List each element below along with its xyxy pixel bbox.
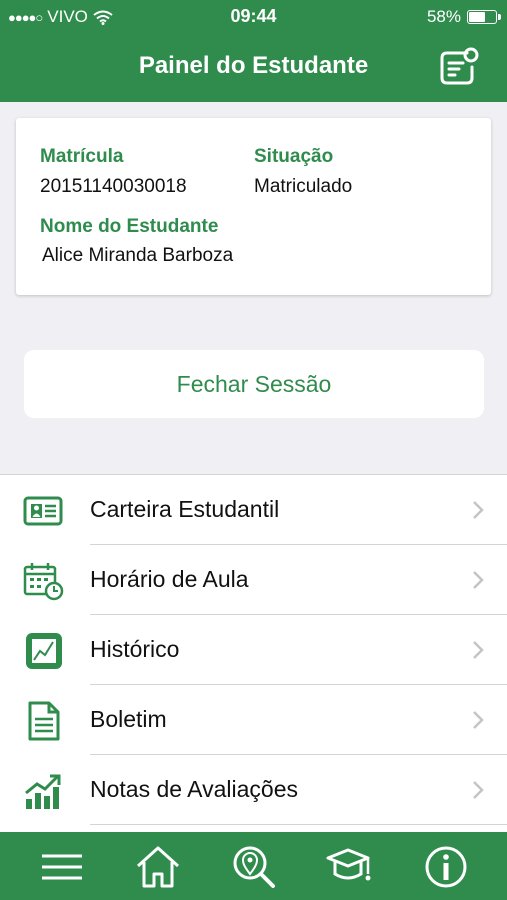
page-title: Painel do Estudante (138, 52, 369, 79)
chevron-right-icon (473, 641, 484, 659)
menu-item-label: Boletim (90, 706, 167, 732)
menu-icon[interactable] (38, 844, 86, 890)
battery-icon (467, 10, 501, 24)
status-bar: ●●●●○ VIVO 09:44 58% (0, 0, 507, 34)
chart-icon (26, 633, 62, 669)
menu-item-carteira[interactable]: Carteira Estudantil (0, 475, 507, 545)
separator (90, 824, 507, 825)
menu-item-label: Horário de Aula (90, 566, 249, 592)
situacao-value: Matriculado (254, 176, 353, 197)
menu-item-label: Carteira Estudantil (90, 496, 280, 522)
chevron-right-icon (473, 781, 484, 799)
location-search-icon[interactable] (230, 844, 278, 890)
menu-item-label: Histórico (90, 636, 180, 662)
id-card-icon (23, 496, 63, 526)
home-icon[interactable] (134, 844, 182, 890)
menu-list: Carteira Estudantil Horário de Aula Hist (0, 474, 507, 832)
matricula-value: 20151140030018 (40, 176, 187, 197)
menu-item-notas[interactable]: Notas de Avaliações (0, 755, 507, 825)
logout-icon[interactable] (437, 45, 481, 89)
menu-item-label: Notas de Avaliações (90, 776, 298, 802)
chevron-right-icon (473, 571, 484, 589)
chevron-right-icon (473, 711, 484, 729)
graduation-cap-icon[interactable] (326, 844, 374, 890)
student-name-value: Alice Miranda Barboza (42, 245, 234, 266)
chevron-right-icon (473, 501, 484, 519)
growth-chart-icon (25, 774, 61, 809)
menu-item-historico[interactable]: Histórico (0, 615, 507, 685)
info-icon[interactable] (422, 844, 470, 890)
calendar-clock-icon (23, 563, 64, 601)
document-icon (28, 701, 60, 741)
situacao-label: Situação (254, 146, 334, 167)
matricula-label: Matrícula (40, 146, 124, 167)
menu-item-horario[interactable]: Horário de Aula (0, 545, 507, 615)
tab-bar (0, 832, 507, 900)
battery-percent: 58% (426, 7, 461, 26)
close-session-button[interactable]: Fechar Sessão (24, 350, 484, 418)
student-name-label: Nome do Estudante (40, 216, 219, 237)
app-header: ●●●●○ VIVO 09:44 58% Painel do Estudante (0, 0, 507, 102)
student-info-card: Matrícula 20151140030018 Situação Matric… (16, 118, 491, 295)
menu-item-boletim[interactable]: Boletim (0, 685, 507, 755)
